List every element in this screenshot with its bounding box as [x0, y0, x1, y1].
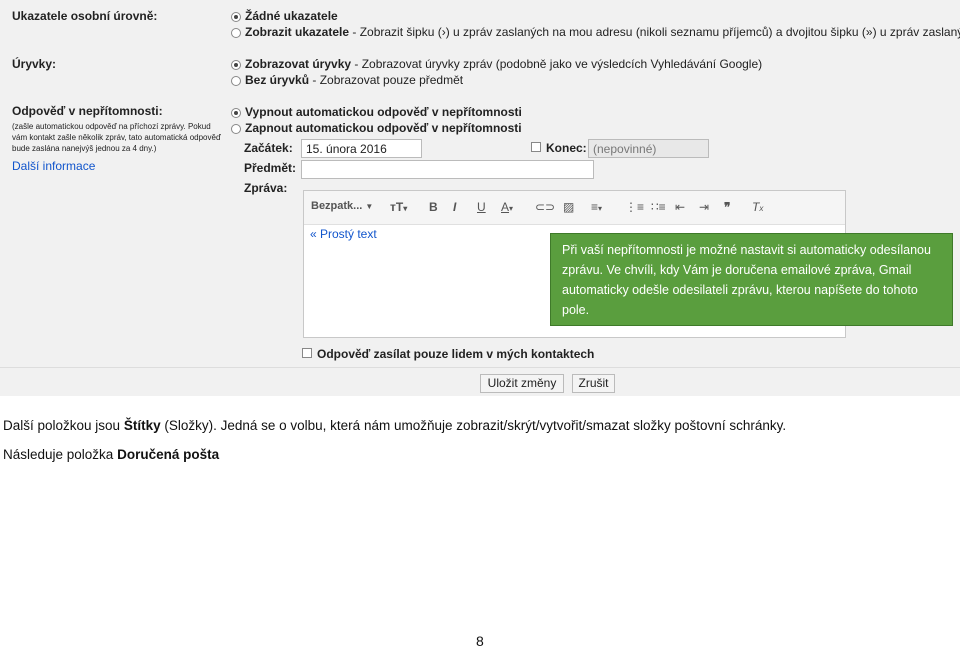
contacts-only-label: Odpověď zasílat pouze lidem v mých konta… — [317, 347, 595, 361]
end-label: Konec: — [546, 141, 587, 155]
remove-formatting-icon[interactable]: Tx — [752, 200, 763, 214]
snippets-show-radio[interactable] — [231, 60, 241, 70]
save-button[interactable]: Uložit změny — [480, 374, 564, 393]
indicators-show-option[interactable]: Zobrazit ukazatele - Zobrazit šipku (›) … — [245, 25, 960, 39]
align-icon[interactable]: ≡▾ — [591, 200, 602, 214]
document-paragraph-1: Další položkou jsou Štítky (Složky). Jed… — [3, 418, 787, 433]
bold-icon[interactable]: B — [429, 200, 438, 214]
end-date-input[interactable]: (nepovinné) — [588, 139, 709, 158]
subject-input[interactable] — [301, 160, 594, 179]
indicators-label: Ukazatele osobní úrovně: — [12, 9, 158, 23]
text-color-icon[interactable]: A▾ — [501, 200, 513, 214]
underline-icon[interactable]: U — [477, 200, 486, 214]
plain-text-link[interactable]: « Prostý text — [310, 227, 377, 241]
outdent-icon[interactable]: ⇤ — [675, 200, 685, 214]
indent-icon[interactable]: ⇥ — [699, 200, 709, 214]
cancel-button[interactable]: Zrušit — [572, 374, 615, 393]
snippets-hide-option[interactable]: Bez úryvků - Zobrazovat pouze předmět — [245, 73, 463, 87]
snippets-label: Úryvky: — [12, 57, 57, 71]
start-date-input[interactable]: 15. února 2016 — [301, 139, 422, 158]
vacation-off-option[interactable]: Vypnout automatickou odpověď v nepřítomn… — [245, 105, 522, 119]
page-number: 8 — [476, 633, 484, 649]
image-icon[interactable]: ▨ — [563, 200, 574, 214]
vacation-label: Odpověď v nepřítomnosti: — [12, 104, 163, 118]
font-size-icon[interactable]: тT▾ — [390, 200, 407, 214]
indicators-show-radio[interactable] — [231, 28, 241, 38]
vacation-on-option[interactable]: Zapnout automatickou odpověď v nepřítomn… — [245, 121, 522, 135]
snippets-hide-radio[interactable] — [231, 76, 241, 86]
indicators-none-radio[interactable] — [231, 12, 241, 22]
editor-toolbar: Bezpatk... ▼ тT▾ B I U A▾ ⊂⊃ ▨ ≡▾ ⋮≡ ∷≡ … — [304, 191, 845, 225]
more-info-link[interactable]: Další informace — [12, 159, 95, 173]
snippets-show-option[interactable]: Zobrazovat úryvky - Zobrazovat úryvky zp… — [245, 57, 762, 71]
font-select[interactable]: Bezpatk... ▼ — [311, 200, 373, 212]
start-label: Začátek: — [244, 141, 293, 155]
end-date-checkbox[interactable] — [531, 142, 541, 152]
contacts-only-checkbox[interactable] — [302, 348, 312, 358]
bulleted-list-icon[interactable]: ∷≡ — [651, 200, 666, 214]
italic-icon[interactable]: I — [453, 200, 456, 214]
divider — [0, 367, 960, 368]
quote-icon[interactable]: ❞ — [724, 200, 730, 214]
link-icon[interactable]: ⊂⊃ — [535, 200, 555, 214]
message-label: Zpráva: — [244, 181, 288, 195]
settings-screenshot: Ukazatele osobní úrovně: Žádné ukazatele… — [0, 0, 960, 396]
subject-label: Předmět: — [244, 161, 297, 175]
indicators-none-option[interactable]: Žádné ukazatele — [245, 9, 338, 23]
callout-box: Při vaší nepřítomnosti je možné nastavit… — [550, 233, 953, 326]
document-paragraph-2: Následuje položka Doručená pošta — [3, 447, 220, 462]
vacation-description: (zašle automatickou odpověď na příchozí … — [12, 122, 221, 153]
vacation-off-radio[interactable] — [231, 108, 241, 118]
vacation-on-radio[interactable] — [231, 124, 241, 134]
numbered-list-icon[interactable]: ⋮≡ — [625, 200, 644, 214]
